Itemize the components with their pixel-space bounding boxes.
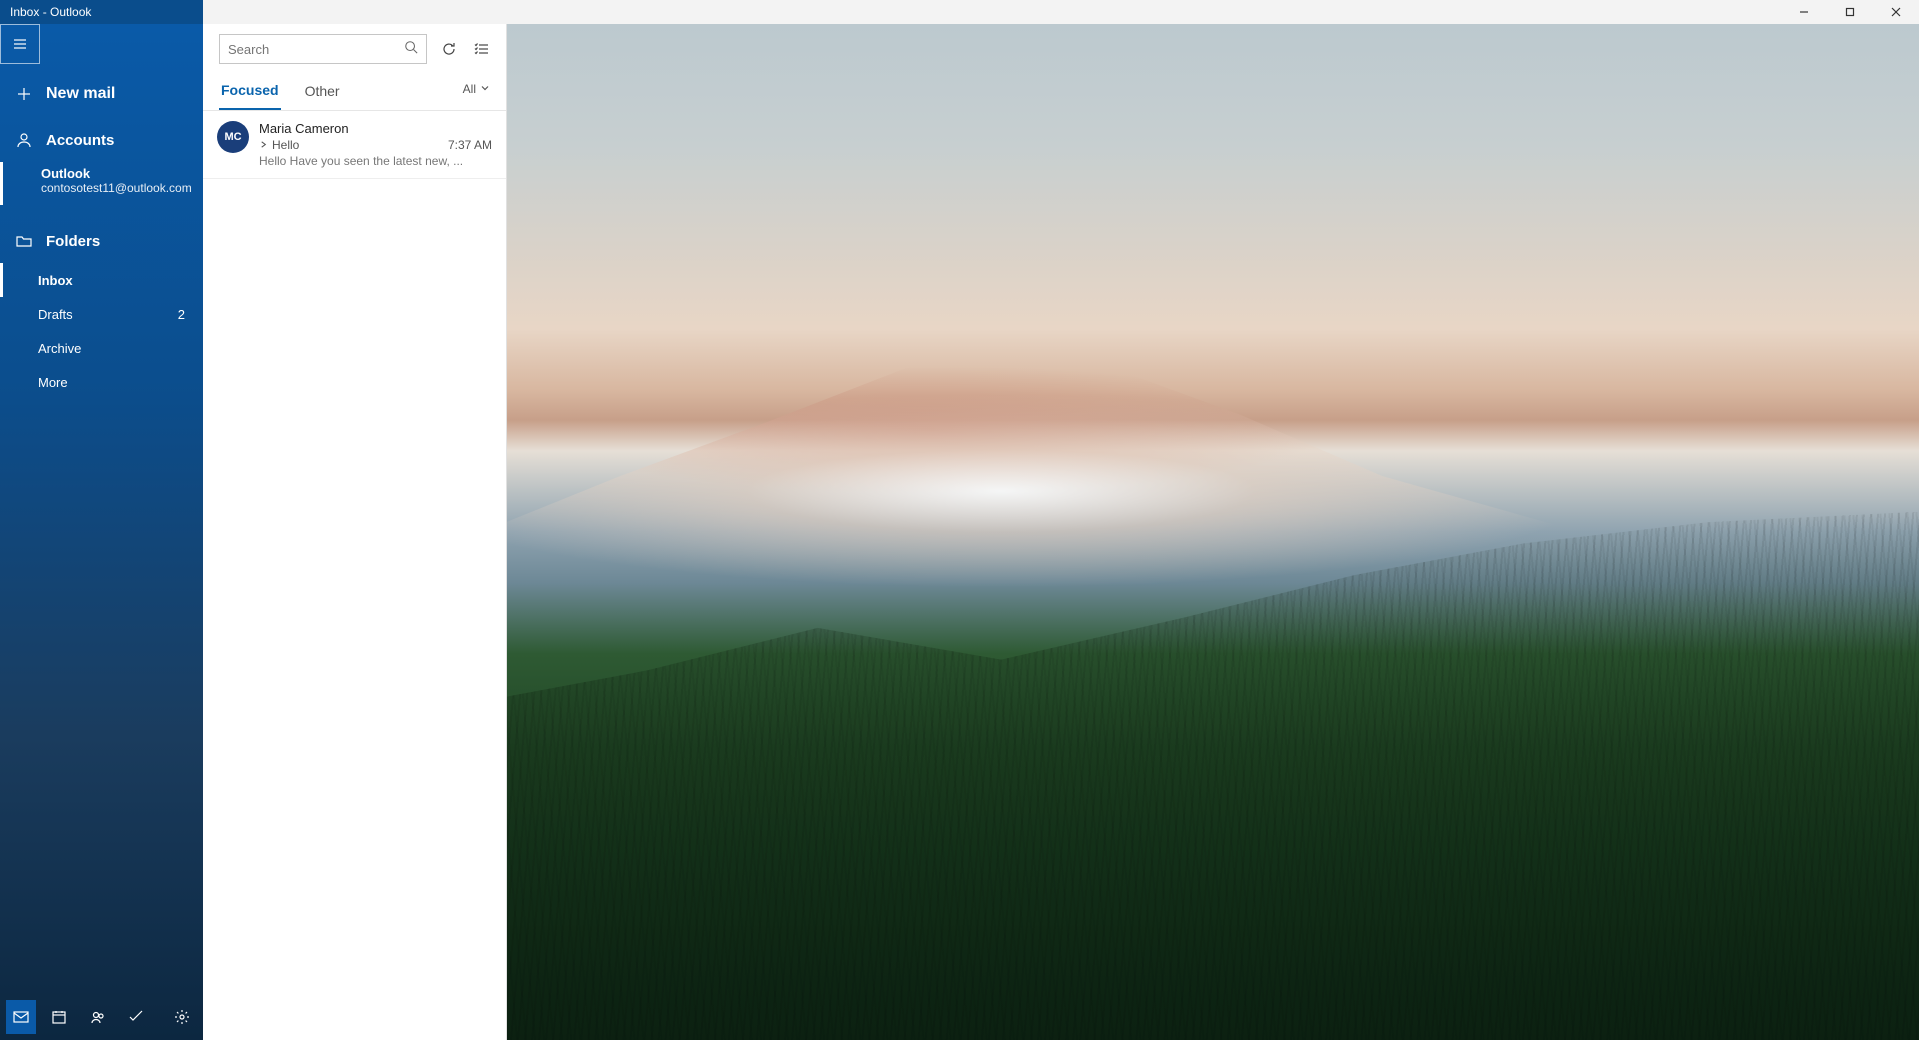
folder-label: Drafts bbox=[38, 307, 73, 322]
sidebar: New mail Accounts Outlook contosotest11@… bbox=[0, 24, 203, 1040]
list-toolbar bbox=[203, 24, 506, 68]
hamburger-button[interactable] bbox=[0, 24, 40, 64]
new-mail-button[interactable]: New mail bbox=[0, 70, 203, 118]
message-item[interactable]: MC Maria Cameron Hello 7:37 AM Hello Hav… bbox=[203, 111, 506, 179]
tab-focused[interactable]: Focused bbox=[219, 76, 281, 110]
folder-inbox[interactable]: Inbox bbox=[0, 263, 203, 297]
message-subject: Hello bbox=[272, 138, 299, 152]
mail-app-button[interactable] bbox=[6, 1000, 36, 1034]
maximize-button[interactable] bbox=[1827, 0, 1873, 24]
sync-button[interactable] bbox=[437, 35, 461, 63]
message-time: 7:37 AM bbox=[448, 138, 492, 152]
person-icon bbox=[14, 132, 34, 148]
folder-count: 2 bbox=[178, 307, 185, 322]
people-app-button[interactable] bbox=[82, 1000, 112, 1034]
folder-more[interactable]: More bbox=[0, 365, 203, 399]
chevron-right-icon bbox=[259, 138, 268, 152]
settings-button[interactable] bbox=[167, 1000, 197, 1034]
avatar: MC bbox=[217, 121, 249, 153]
account-item[interactable]: Outlook contosotest11@outlook.com bbox=[0, 162, 203, 205]
folders-header[interactable]: Folders bbox=[0, 219, 203, 263]
new-mail-label: New mail bbox=[46, 85, 115, 103]
tab-other[interactable]: Other bbox=[303, 77, 342, 109]
select-mode-button[interactable] bbox=[471, 35, 495, 63]
message-preview: Hello Have you seen the latest new, ... bbox=[259, 154, 492, 168]
folder-archive[interactable]: Archive bbox=[0, 331, 203, 365]
accounts-header[interactable]: Accounts bbox=[0, 118, 203, 162]
plus-icon bbox=[14, 86, 34, 102]
folder-drafts[interactable]: Drafts 2 bbox=[0, 297, 203, 331]
message-list-pane: Focused Other All MC Maria Cameron Hello bbox=[203, 24, 507, 1040]
account-name: Outlook bbox=[41, 166, 193, 181]
search-box[interactable] bbox=[219, 34, 427, 64]
window-controls bbox=[1781, 0, 1919, 24]
todo-app-button[interactable] bbox=[121, 1000, 151, 1034]
close-button[interactable] bbox=[1873, 0, 1919, 24]
window-title: Inbox - Outlook bbox=[0, 5, 91, 19]
minimize-button[interactable] bbox=[1781, 0, 1827, 24]
message-sender: Maria Cameron bbox=[259, 121, 492, 136]
folder-icon bbox=[14, 233, 34, 249]
inbox-tabs: Focused Other All bbox=[203, 68, 506, 111]
sidebar-bottom-bar bbox=[0, 994, 203, 1040]
folder-label: Archive bbox=[38, 341, 81, 356]
folder-label: More bbox=[38, 375, 68, 390]
chevron-down-icon bbox=[480, 82, 490, 96]
titlebar: Inbox - Outlook bbox=[0, 0, 1919, 24]
filter-dropdown[interactable]: All bbox=[463, 82, 490, 104]
accounts-label: Accounts bbox=[46, 132, 114, 149]
search-icon bbox=[404, 40, 418, 59]
folders-label: Folders bbox=[46, 233, 100, 250]
folder-label: Inbox bbox=[38, 273, 73, 288]
reading-pane bbox=[507, 24, 1919, 1040]
filter-label: All bbox=[463, 82, 476, 96]
calendar-app-button[interactable] bbox=[44, 1000, 74, 1034]
search-input[interactable] bbox=[228, 42, 404, 57]
account-email: contosotest11@outlook.com bbox=[41, 181, 193, 195]
